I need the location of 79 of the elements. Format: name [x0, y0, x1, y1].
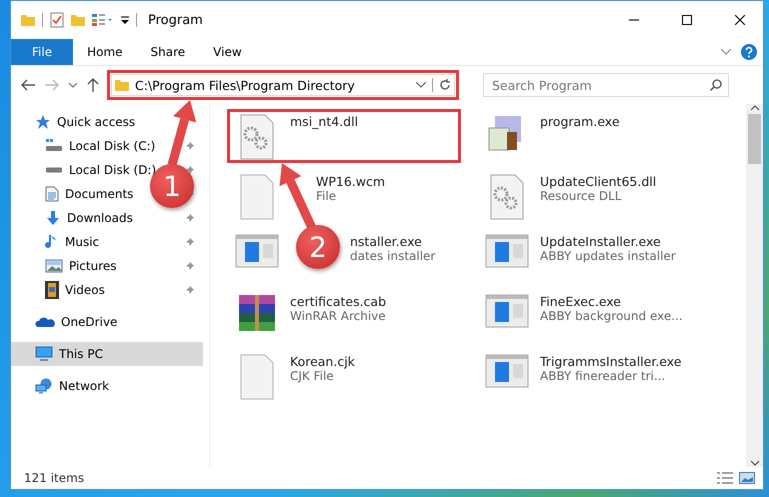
- large-icons-view-icon[interactable]: [739, 472, 755, 484]
- details-view-icon[interactable]: [717, 472, 733, 484]
- file-type: Resource DLL: [540, 189, 622, 203]
- nav-item[interactable]: Downloads: [11, 206, 203, 230]
- close-icon: [735, 15, 745, 25]
- search-input[interactable]: Search Program: [490, 76, 710, 94]
- nav-item[interactable]: Pictures: [11, 254, 203, 278]
- dropdown-icon[interactable]: [121, 15, 129, 25]
- scroll-up-icon[interactable]: [750, 104, 760, 112]
- checklist-icon[interactable]: [50, 12, 64, 28]
- nav-item[interactable]: This PC: [11, 342, 203, 366]
- folder-icon: [115, 78, 129, 92]
- search-field[interactable]: Search Program: [483, 73, 729, 97]
- file-type: WinRAR Archive: [290, 309, 386, 323]
- item-count: 121 items: [24, 471, 84, 485]
- document-icon: [45, 186, 59, 202]
- file-name: WP16.wcm: [316, 174, 386, 189]
- download-icon: [45, 210, 61, 226]
- scrollbar[interactable]: [746, 104, 763, 467]
- blank-document-icon: [240, 354, 274, 400]
- nav-item[interactable]: Local Disk (C:): [11, 134, 203, 158]
- file-type: ABBY finereader tri...: [540, 369, 666, 383]
- minimize-icon: [629, 19, 639, 21]
- drive-icon: [45, 167, 63, 173]
- cloud-icon: [35, 316, 55, 328]
- file-name: TrigrammsInstaller.exe: [540, 354, 682, 369]
- film-icon: [45, 281, 59, 299]
- application-window-icon: [485, 234, 529, 268]
- scroll-down-icon[interactable]: [750, 459, 760, 467]
- nav-item[interactable]: Videos: [11, 278, 203, 302]
- file-name: program.exe: [540, 114, 620, 129]
- scroll-thumb[interactable]: [748, 114, 761, 164]
- archive-books-icon: [237, 294, 277, 332]
- nav-item[interactable]: Quick access: [11, 110, 203, 134]
- up-button[interactable]: [85, 76, 101, 94]
- file-name: Korean.cjk: [290, 354, 355, 369]
- file-type: ABBY background exe...: [540, 309, 683, 323]
- application-window-icon: [235, 234, 279, 268]
- folder-icon: [21, 13, 35, 27]
- nav-item[interactable]: OneDrive: [11, 310, 203, 334]
- refresh-icon[interactable]: [439, 79, 451, 91]
- ribbon-tab[interactable]: Home: [73, 39, 137, 65]
- nav-item[interactable]: Network: [11, 374, 203, 398]
- ribbon-tab[interactable]: View: [199, 39, 256, 65]
- file-name: nstaller.exe: [350, 234, 423, 249]
- ribbon-tab[interactable]: File: [11, 39, 74, 65]
- file-type: CJK File: [290, 369, 335, 383]
- maximize-icon: [682, 15, 692, 25]
- file-name: msi_nt4.dll: [290, 114, 358, 129]
- search-icon: [710, 79, 722, 91]
- blank-document-icon: [240, 174, 274, 220]
- chevron-icon[interactable]: [721, 49, 731, 55]
- network-icon: [35, 378, 53, 394]
- file-name: UpdateClient65.dll: [540, 174, 656, 189]
- file-type: File: [316, 189, 338, 203]
- gear-document-icon: [490, 174, 524, 220]
- back-button[interactable]: [19, 77, 37, 93]
- application-window-icon: [485, 354, 529, 388]
- arrow: [279, 163, 316, 230]
- gear-document-icon: [240, 114, 274, 160]
- properties-icon[interactable]: [92, 13, 114, 27]
- ribbon-tab[interactable]: Share: [136, 39, 200, 65]
- file-name: UpdateInstaller.exe: [540, 234, 662, 249]
- picture-icon: [45, 259, 63, 273]
- drive-icon: [45, 139, 63, 153]
- file-name: certificates.cab: [290, 294, 386, 309]
- arrow: [168, 100, 196, 166]
- help-icon[interactable]: [741, 44, 757, 60]
- application-window-icon: [485, 294, 529, 328]
- star-icon: [35, 114, 51, 130]
- recent-locations-button[interactable]: [67, 80, 79, 90]
- monitor-icon: [35, 346, 53, 362]
- nav-item[interactable]: Music: [11, 230, 203, 254]
- file-name: FineExec.exe: [540, 294, 622, 309]
- window-title: Program: [148, 12, 203, 28]
- file-type: dates installer: [350, 249, 436, 263]
- file-type: ABBY updates installer: [540, 249, 676, 263]
- address-path: C:\Program Files\Program Directory: [135, 78, 356, 92]
- dropdown-icon[interactable]: [416, 82, 426, 88]
